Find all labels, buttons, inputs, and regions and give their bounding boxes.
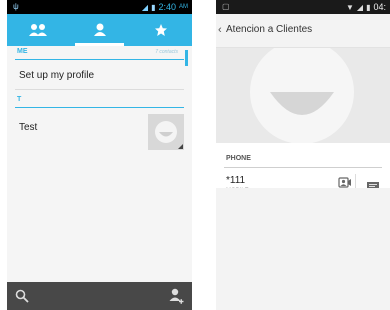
quick-contact-badge — [178, 144, 183, 149]
contact-photo[interactable] — [148, 114, 184, 150]
status-bar: ▢ ▼ ◢ ▮ 04: — [216, 0, 390, 14]
status-clock: 2:40 — [158, 2, 176, 12]
star-icon — [155, 24, 168, 36]
contact-details-screen: ▢ ▼ ◢ ▮ 04: ‹ Atencion a Clientes PHONE … — [216, 0, 390, 310]
signal-icon: ◢ — [356, 2, 364, 12]
contact-row[interactable]: Test — [15, 108, 184, 152]
tab-all-contacts[interactable] — [69, 14, 131, 46]
contact-title[interactable]: Atencion a Clientes — [226, 24, 312, 35]
section-header-me: ME 7 contacts — [15, 46, 184, 60]
scroll-indicator[interactable] — [185, 50, 188, 66]
details-action-bar: ‹ Atencion a Clientes — [216, 14, 390, 48]
phone-section-label: PHONE — [226, 155, 251, 162]
status-clock: 04: — [373, 2, 386, 12]
signal-icon: ◢ — [141, 2, 149, 12]
groups-icon — [28, 24, 47, 36]
contact-name: Test — [19, 122, 38, 133]
usb-icon: ψ — [13, 2, 19, 11]
search-icon — [15, 289, 29, 303]
add-contact-button[interactable] — [168, 288, 184, 309]
person-icon — [93, 23, 106, 36]
tab-groups[interactable] — [7, 14, 69, 46]
setup-profile-row[interactable]: Set up my profile — [15, 60, 184, 90]
status-ampm: AM — [179, 4, 188, 10]
contact-photo-header[interactable] — [216, 48, 390, 143]
section-letter: ME — [17, 48, 28, 55]
contacts-count: 7 contacts — [155, 49, 178, 55]
battery-icon: ▮ — [151, 2, 156, 12]
search-button[interactable] — [15, 289, 29, 308]
bottom-action-bar — [7, 282, 192, 310]
contacts-screen: ψ ◢ ▮ 2:40 AM ME 7 contacts Set up my pr… — [7, 0, 192, 310]
back-icon[interactable]: ‹ — [218, 24, 222, 36]
tab-favorites[interactable] — [130, 14, 192, 46]
phone-section-header: PHONE — [224, 151, 382, 168]
status-bar: ψ ◢ ▮ 2:40 AM — [7, 0, 192, 14]
section-letter: T — [17, 96, 22, 103]
notification-icon: ▢ — [222, 2, 230, 11]
wifi-icon: ▼ — [346, 2, 354, 12]
battery-icon: ▮ — [366, 2, 371, 12]
phone-number[interactable]: *111 — [226, 175, 245, 186]
contacts-list[interactable]: ME 7 contacts Set up my profile T Test — [7, 46, 192, 282]
contacts-tab-bar — [7, 14, 192, 46]
default-avatar-icon — [250, 48, 354, 143]
add-contact-icon — [169, 288, 184, 304]
setup-profile-label: Set up my profile — [19, 70, 95, 81]
section-header-t: T — [15, 94, 184, 108]
details-empty-area — [216, 188, 390, 310]
